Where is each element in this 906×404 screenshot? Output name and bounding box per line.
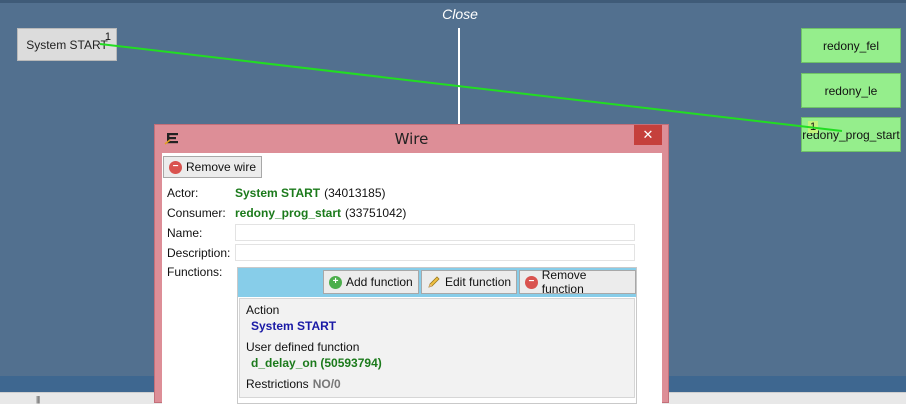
wire-line[interactable] — [99, 43, 843, 132]
wire-overlay — [99, 43, 843, 132]
